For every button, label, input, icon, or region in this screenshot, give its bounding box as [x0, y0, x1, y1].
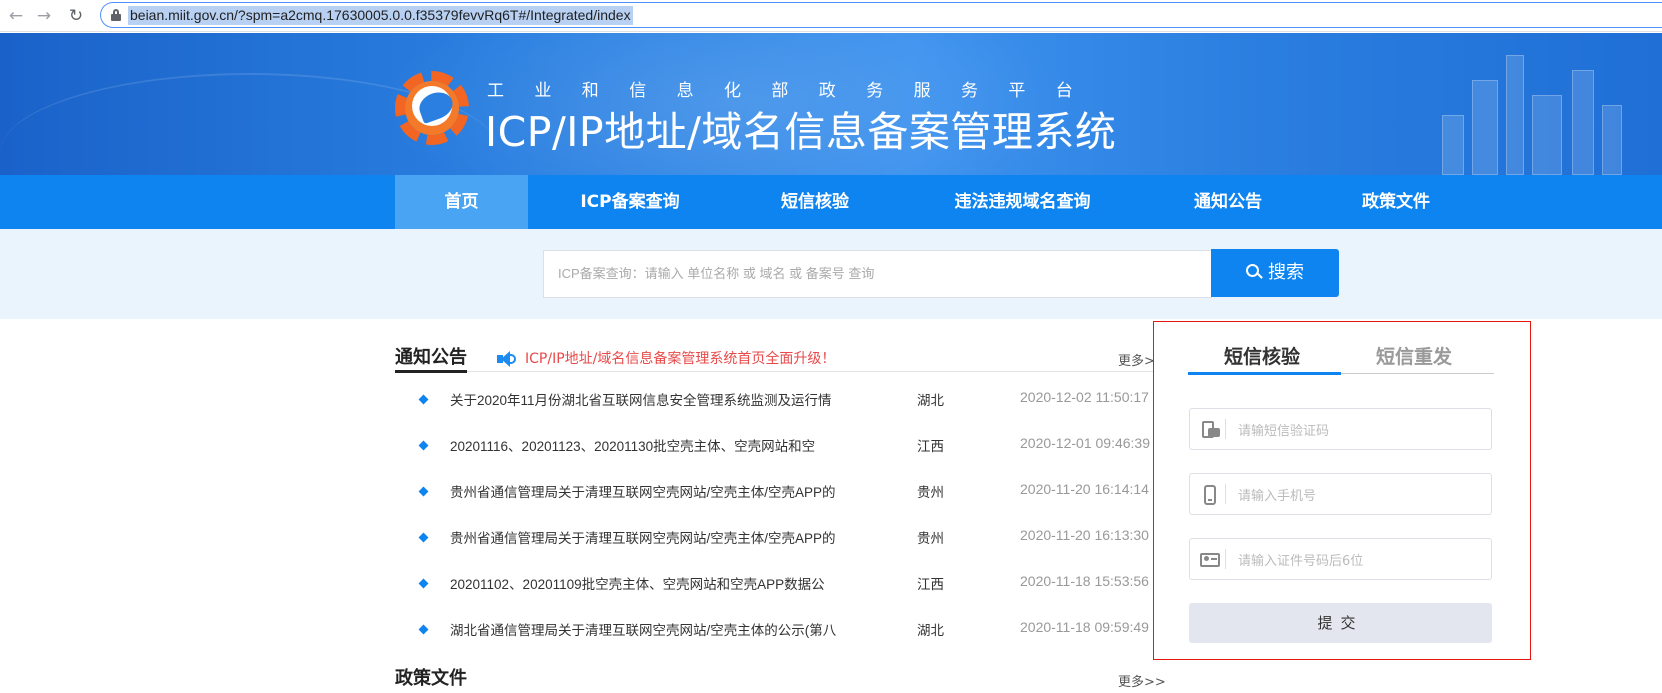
search-icon: [1246, 264, 1263, 280]
notice-time: 2020-11-20 16:13:30: [1020, 527, 1149, 543]
address-bar[interactable]: beian.miit.gov.cn/?spm=a2cmq.17630005.0.…: [100, 2, 1662, 28]
mobile-phone-placeholder: 请输入手机号: [1238, 489, 1317, 504]
browser-toolbar: ← → ↻ beian.miit.gov.cn/?spm=a2cmq.17630…: [0, 0, 1662, 32]
notice-title[interactable]: 20201102、20201109批空壳主体、空壳网站和空壳APP数据公: [450, 573, 825, 593]
header-banner: 工业和信息化部政务服务平台 ICP/IP地址/域名信息备案管理系统: [0, 33, 1662, 175]
speaker-icon: [497, 351, 516, 367]
bullet-diamond-icon: [418, 624, 429, 635]
sms-verify-panel: 短信核验 短信重发 请输短信验证码 请输入手机号 请输入证件号码后6位 提交: [1153, 321, 1531, 660]
tab-underline: [1188, 372, 1494, 375]
sms-code-placeholder: 请输短信验证码: [1238, 424, 1330, 439]
notice-province: 贵州: [917, 531, 944, 547]
notice-province: 湖北: [917, 623, 944, 639]
policy-more-link[interactable]: 更多>>: [1118, 671, 1166, 690]
lock-icon: [111, 9, 121, 21]
back-arrow-icon[interactable]: ←: [6, 6, 26, 26]
nav-item-sms-verify[interactable]: 短信核验: [755, 175, 875, 229]
nav-item-illegal-domain[interactable]: 违法违规域名查询: [935, 175, 1110, 229]
notice-time: 2020-12-01 09:46:39: [1020, 435, 1150, 451]
sms-code-icon: [1200, 420, 1220, 440]
reload-icon[interactable]: ↻: [66, 6, 86, 26]
search-input[interactable]: ICP备案查询：请输入 单位名称 或 域名 或 备案号 查询: [543, 250, 1212, 298]
main-nav: 首页 ICP备案查询 短信核验 违法违规域名查询 通知公告 政策文件: [0, 175, 1662, 229]
nav-item-policy[interactable]: 政策文件: [1336, 175, 1456, 229]
notice-time: 2020-11-18 09:59:49: [1020, 619, 1149, 635]
notice-row[interactable]: 贵州省通信管理局关于清理互联网空壳网站/空壳主体/空壳APP的 贵州 2020-…: [395, 470, 1165, 516]
notice-province: 江西: [917, 439, 944, 455]
notice-section-title: 通知公告: [395, 347, 467, 368]
tab-sms-verify[interactable]: 短信核验: [1224, 342, 1300, 369]
id-card-icon: [1200, 550, 1220, 570]
notice-title[interactable]: 湖北省通信管理局关于清理互联网空壳网站/空壳主体的公示(第八: [450, 619, 836, 639]
mobile-phone-icon: [1200, 485, 1220, 505]
miit-logo: [395, 71, 469, 145]
notice-title[interactable]: 关于2020年11月份湖北省互联网信息安全管理系统监测及运行情: [450, 389, 832, 409]
notice-time: 2020-11-18 15:53:56: [1020, 573, 1149, 589]
notice-province: 江西: [917, 577, 944, 593]
notice-time: 2020-11-20 16:14:14: [1020, 481, 1149, 497]
notice-province: 湖北: [917, 393, 944, 409]
notice-time: 2020-12-02 11:50:17: [1020, 389, 1149, 405]
notice-row[interactable]: 20201102、20201109批空壳主体、空壳网站和空壳APP数据公 江西 …: [395, 562, 1165, 608]
nav-item-home[interactable]: 首页: [395, 175, 528, 229]
mobile-phone-field[interactable]: 请输入手机号: [1189, 473, 1492, 515]
skyline-graphic: [1432, 45, 1632, 175]
notice-title[interactable]: 贵州省通信管理局关于清理互联网空壳网站/空壳主体/空壳APP的: [450, 481, 836, 501]
bullet-diamond-icon: [418, 440, 429, 451]
bullet-diamond-icon: [418, 394, 429, 405]
system-title: ICP/IP地址/域名信息备案管理系统: [485, 108, 1117, 156]
submit-button[interactable]: 提交: [1189, 603, 1492, 643]
notice-title[interactable]: 贵州省通信管理局关于清理互联网空壳网站/空壳主体/空壳APP的: [450, 527, 836, 547]
id-number-field[interactable]: 请输入证件号码后6位: [1189, 538, 1492, 580]
tab-sms-resend[interactable]: 短信重发: [1376, 342, 1452, 369]
forward-arrow-icon[interactable]: →: [34, 6, 54, 26]
notice-row[interactable]: 20201116、20201123、20201130批空壳主体、空壳网站和空 江…: [395, 424, 1165, 470]
bullet-diamond-icon: [418, 578, 429, 589]
bullet-diamond-icon: [418, 532, 429, 543]
search-button-label: 搜索: [1268, 262, 1304, 283]
notice-province: 贵州: [917, 485, 944, 501]
bullet-diamond-icon: [418, 486, 429, 497]
id-number-placeholder: 请输入证件号码后6位: [1238, 554, 1364, 569]
sms-code-field[interactable]: 请输短信验证码: [1189, 408, 1492, 450]
announcement-marquee[interactable]: ICP/IP地址/域名信息备案管理系统首页全面升级！: [525, 348, 835, 368]
notice-row[interactable]: 关于2020年11月份湖北省互联网信息安全管理系统监测及运行情 湖北 2020-…: [395, 378, 1165, 424]
policy-section-title: 政策文件: [395, 668, 467, 689]
notice-row[interactable]: 贵州省通信管理局关于清理互联网空壳网站/空壳主体/空壳APP的 贵州 2020-…: [395, 516, 1165, 562]
nav-item-icp-query[interactable]: ICP备案查询: [546, 175, 714, 229]
notice-title[interactable]: 20201116、20201123、20201130批空壳主体、空壳网站和空: [450, 435, 815, 455]
url-text[interactable]: beian.miit.gov.cn/?spm=a2cmq.17630005.0.…: [128, 6, 633, 25]
nav-item-notices[interactable]: 通知公告: [1168, 175, 1288, 229]
search-area: ICP备案查询：请输入 单位名称 或 域名 或 备案号 查询 搜索: [0, 229, 1662, 319]
search-button[interactable]: 搜索: [1211, 249, 1339, 297]
notice-divider: [395, 370, 1168, 373]
notice-row[interactable]: 湖北省通信管理局关于清理互联网空壳网站/空壳主体的公示(第八 湖北 2020-1…: [395, 608, 1165, 654]
